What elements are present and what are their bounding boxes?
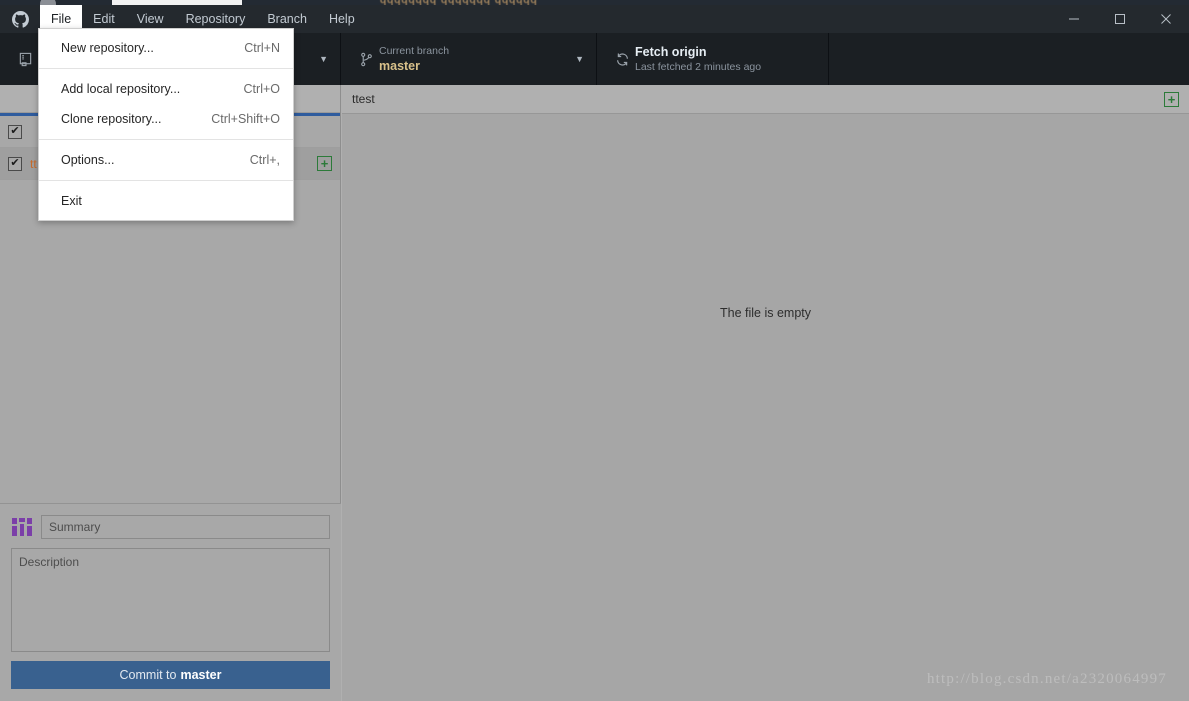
file-status-added-icon: + [317,156,332,171]
commit-button-branch: master [180,668,222,682]
repo-icon [12,52,38,67]
menu-item-add-local-repository[interactable]: Add local repository... Ctrl+O [39,74,293,104]
file-menu-dropdown[interactable]: New repository... Ctrl+N Add local repos… [38,28,294,221]
diff-body: The file is empty http://blog.csdn.net/a… [342,114,1189,701]
sync-icon [609,52,635,67]
menu-item-options-accel: Ctrl+, [249,153,280,167]
minimize-icon[interactable] [1051,5,1097,33]
menu-item-clone-repository[interactable]: Clone repository... Ctrl+Shift+O [39,104,293,134]
menu-item-options[interactable]: Options... Ctrl+, [39,145,293,175]
diff-status-added-icon: + [1164,91,1179,107]
diff-panel: ttest + The file is empty http://blog.cs… [342,85,1189,701]
commit-description-input[interactable] [11,548,330,652]
close-icon[interactable] [1143,5,1189,33]
branch-icon [353,52,379,67]
watermark-text: http://blog.csdn.net/a2320064997 [926,671,1167,687]
toolbar-empty-area [829,33,1189,85]
menu-item-new-repository-accel: Ctrl+N [244,41,280,55]
menu-item-exit-label: Exit [61,194,82,208]
menu-item-add-local-repository-accel: Ctrl+O [243,82,280,96]
changes-list-empty-area [0,180,340,485]
menu-item-clone-repository-accel: Ctrl+Shift+O [211,112,280,126]
menu-separator-1 [39,68,293,69]
diff-empty-message: The file is empty [719,305,811,320]
menu-item-options-label: Options... [61,153,115,167]
window-controls[interactable] [1051,5,1189,33]
menu-separator-3 [39,180,293,181]
commit-summary-row [11,515,330,539]
fetch-origin-title: Fetch origin [635,44,707,59]
window-title [366,5,1051,33]
menu-help[interactable]: Help [318,5,366,33]
fetch-origin-button[interactable]: Fetch origin Last fetched 2 minutes ago [597,33,829,85]
commit-button-prefix: Commit to [119,668,177,682]
menu-separator-2 [39,139,293,140]
menu-item-clone-repository-label: Clone repository... [61,112,162,126]
current-branch-value: master [379,58,420,73]
github-desktop-window: qqqqqqqq qqqqqqq qqqqqq File Edit View R… [0,0,1189,701]
fetch-origin-subtitle: Last fetched 2 minutes ago [635,60,762,73]
diff-file-name: ttest [352,92,375,106]
menu-item-add-local-repository-label: Add local repository... [61,82,181,96]
menu-item-new-repository[interactable]: New repository... Ctrl+N [39,33,293,63]
file-checkbox-2[interactable]: ✔ [8,156,22,171]
commit-area: Commit to master [0,503,341,701]
chevron-down-icon[interactable]: ▼ [319,54,328,64]
diff-header: ttest + [342,85,1189,114]
menu-item-exit[interactable]: Exit [39,186,293,216]
commit-summary-input[interactable] [41,515,330,539]
chevron-down-icon-branch[interactable]: ▼ [575,54,584,64]
menu-item-new-repository-label: New repository... [61,41,154,55]
avatar-identicon-icon [11,516,33,538]
github-logo-icon [0,5,40,33]
current-branch-label: Current branch [379,44,450,57]
commit-to-master-button[interactable]: Commit to master [11,661,330,689]
current-branch-button[interactable]: Current branch master ▼ [341,33,597,85]
file-checkbox-1[interactable]: ✔ [8,124,22,139]
maximize-icon[interactable] [1097,5,1143,33]
